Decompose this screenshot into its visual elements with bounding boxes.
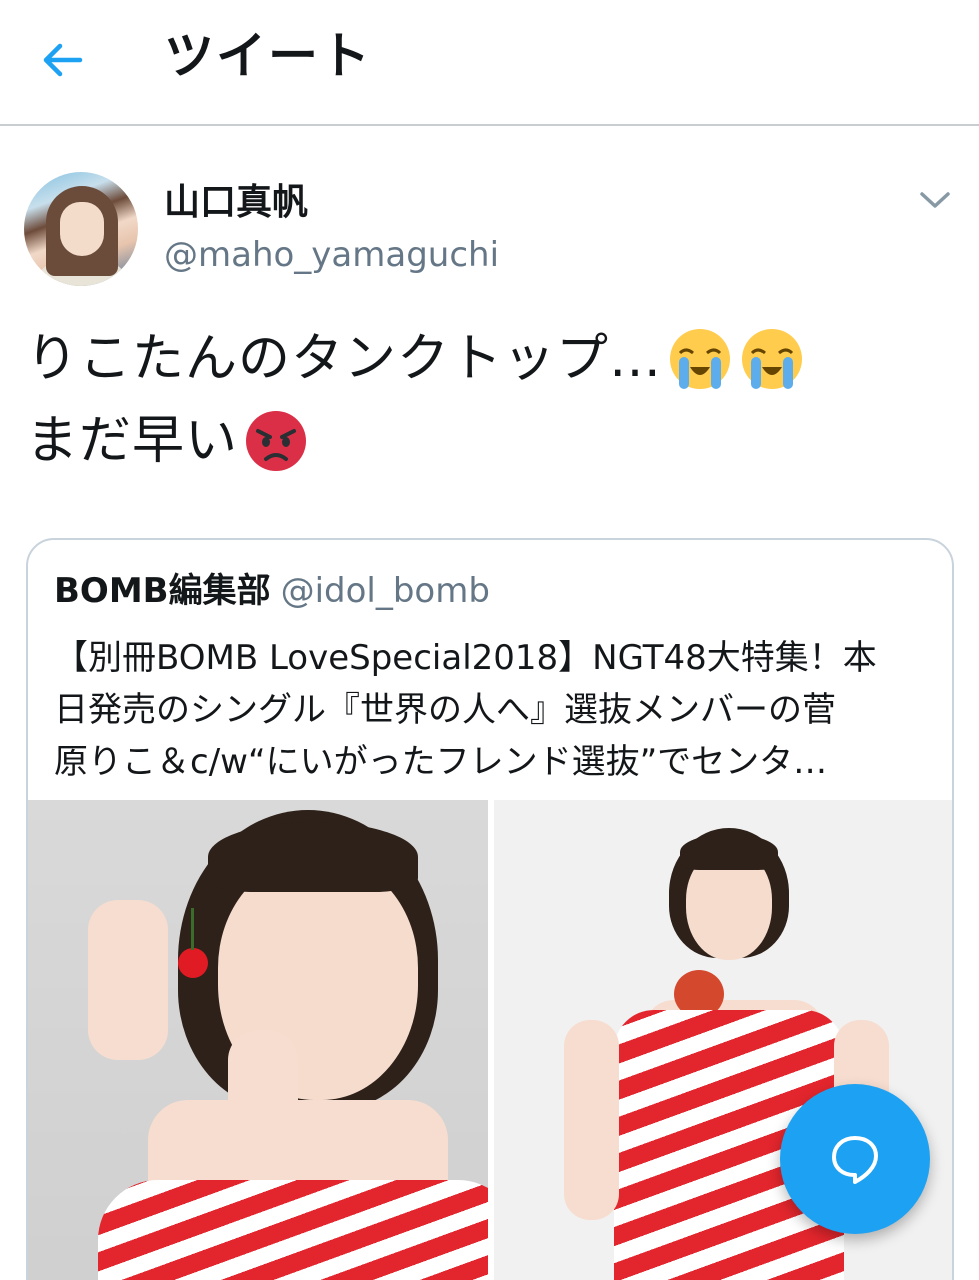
reply-fab-button[interactable] <box>780 1084 930 1234</box>
top-bar: ツイート <box>0 0 979 126</box>
quoted-tweet-header: BOMB編集部 @idol_bomb <box>54 568 490 614</box>
quoted-author-name: BOMB編集部 <box>54 571 271 611</box>
loudly-crying-face-icon <box>742 329 803 389</box>
author-name[interactable]: 山口真帆 <box>164 180 308 226</box>
quoted-text-line-2: 日発売のシングル『世界の人へ』選抜メンバーの菅 <box>54 690 836 730</box>
quoted-text-line-1: 【別冊BOMB LoveSpecial2018】NGT48大特集！本 <box>54 638 877 678</box>
tweet-text-line-1: りこたんのタンクトップ… <box>26 329 663 389</box>
pouting-face-icon <box>246 411 307 471</box>
arrow-left-icon <box>43 43 83 77</box>
avatar[interactable] <box>24 172 138 286</box>
quoted-text-line-3: 原りこ＆c/w“にいがったフレンド選抜”でセンタ… <box>54 742 828 782</box>
reply-bubble-icon <box>832 1136 878 1184</box>
tweet-text: りこたんのタンクトップ… まだ早い <box>26 318 956 482</box>
chevron-down-icon <box>920 192 950 208</box>
loudly-crying-face-icon <box>670 329 731 389</box>
quoted-author-handle: @idol_bomb <box>280 571 490 611</box>
author-handle[interactable]: @maho_yamaguchi <box>164 234 499 276</box>
quoted-tweet-text: 【別冊BOMB LoveSpecial2018】NGT48大特集！本 日発売のシ… <box>54 632 934 788</box>
page-title: ツイート <box>164 27 372 85</box>
tweet-menu-button[interactable] <box>912 180 958 220</box>
tweet-text-line-2: まだ早い <box>26 411 239 471</box>
back-button[interactable] <box>34 32 90 88</box>
quoted-photo-1[interactable] <box>28 800 488 1280</box>
